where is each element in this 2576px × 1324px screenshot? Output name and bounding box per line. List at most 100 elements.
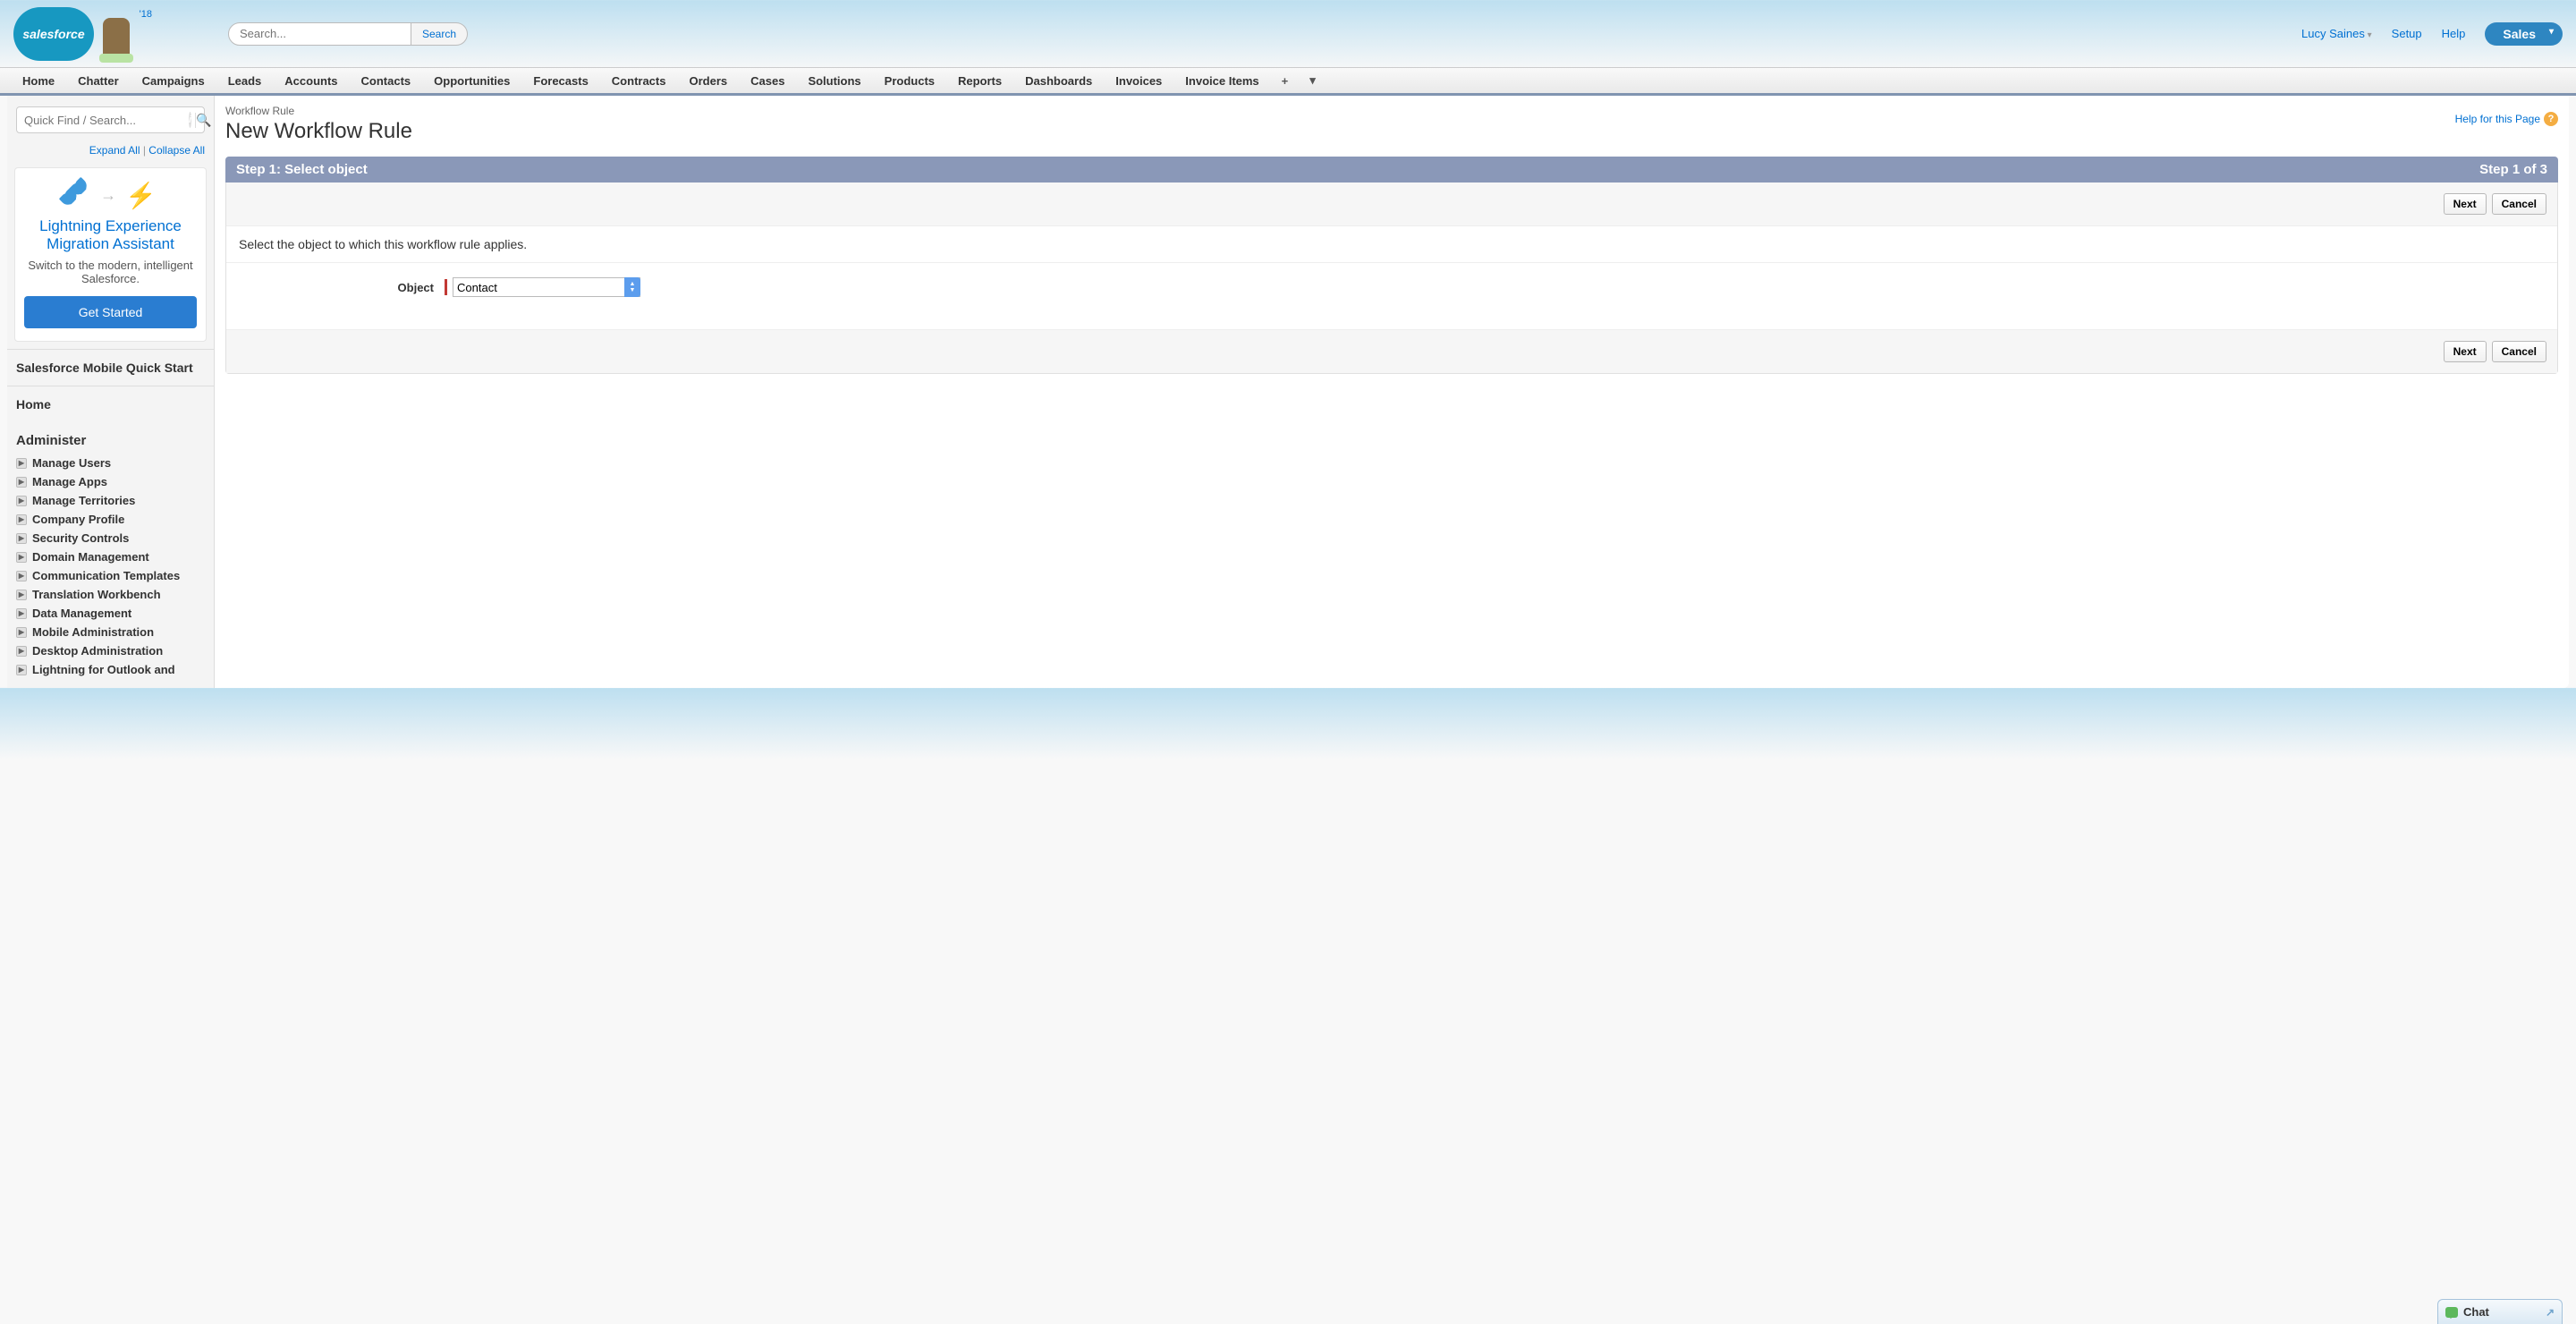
sidebar-heading-administer: Administer — [7, 422, 214, 454]
chat-label: Chat — [2463, 1305, 2489, 1319]
tree-label: Manage Apps — [32, 475, 107, 488]
step-of: Step 1 of 3 — [2479, 162, 2547, 177]
panel: Next Cancel Select the object to which t… — [225, 182, 2558, 374]
global-header: salesforce '18 Search Lucy Saines Setup … — [0, 0, 2576, 67]
tab-reports[interactable]: Reports — [946, 67, 1013, 95]
setup-link[interactable]: Setup — [2392, 27, 2422, 40]
chevron-right-icon: ▶ — [16, 665, 27, 675]
search-icon[interactable]: 🔍 — [195, 113, 211, 128]
instruction-text: Select the object to which this workflow… — [226, 226, 2557, 263]
get-started-button[interactable]: Get Started — [24, 296, 197, 328]
tree-label: Data Management — [32, 607, 131, 620]
more-tabs-button[interactable]: ▾ — [1299, 66, 1326, 95]
tree-item-manage-users[interactable]: ▶ Manage Users — [16, 454, 205, 472]
tree-item-mobile-administration[interactable]: ▶ Mobile Administration — [16, 623, 205, 641]
tree-item-domain-management[interactable]: ▶ Domain Management — [16, 547, 205, 566]
breadcrumb: Workflow Rule — [225, 105, 412, 117]
expand-all-link[interactable]: Expand All — [89, 144, 140, 157]
chevron-right-icon: ▶ — [16, 590, 27, 600]
tab-dashboards[interactable]: Dashboards — [1013, 67, 1104, 95]
info-icon[interactable]: i — [189, 112, 191, 128]
tree-label: Mobile Administration — [32, 625, 154, 639]
tab-accounts[interactable]: Accounts — [273, 67, 349, 95]
chevron-right-icon: ▶ — [16, 477, 27, 488]
sidebar: i 🔍 Expand All | Collapse All → ⚡ Lightn… — [7, 96, 215, 688]
step-title: Step 1: Select object — [236, 162, 368, 177]
object-select[interactable]: Contact — [453, 277, 640, 297]
sidebar-search-wrap: i 🔍 — [7, 96, 214, 140]
tree-label: Domain Management — [32, 550, 149, 564]
tab-campaigns[interactable]: Campaigns — [131, 67, 216, 95]
tree-label: Manage Territories — [32, 494, 135, 507]
search-button[interactable]: Search — [411, 22, 468, 46]
search-input[interactable] — [228, 22, 411, 46]
administer-tree: ▶ Manage Users ▶ Manage Apps ▶ Manage Terri… — [7, 454, 214, 688]
chat-widget[interactable]: Chat ↗ — [2437, 1299, 2563, 1324]
tree-item-security-controls[interactable]: ▶Security Controls — [16, 529, 205, 547]
tree-item-translation-workbench[interactable]: ▶Translation Workbench — [16, 585, 205, 604]
object-label: Object — [239, 281, 445, 294]
step-banner: Step 1: Select object Step 1 of 3 — [225, 157, 2558, 182]
collapse-all-link[interactable]: Collapse All — [148, 144, 205, 157]
object-row: Object Contact ▲▼ — [226, 263, 2557, 311]
tab-forecasts[interactable]: Forecasts — [521, 67, 599, 95]
cancel-button[interactable]: Cancel — [2492, 193, 2546, 215]
tab-invoices[interactable]: Invoices — [1104, 67, 1174, 95]
mascot-icon — [103, 18, 130, 58]
tab-leads[interactable]: Leads — [216, 67, 274, 95]
tree-label: Communication Templates — [32, 569, 180, 582]
chevron-right-icon: ▶ — [16, 608, 27, 619]
tab-contracts[interactable]: Contracts — [600, 67, 678, 95]
page-head-left: Workflow Rule New Workflow Rule — [225, 105, 412, 157]
expand-collapse-row: Expand All | Collapse All — [7, 140, 214, 160]
tab-chatter[interactable]: Chatter — [66, 67, 131, 95]
help-link[interactable]: Help — [2442, 27, 2466, 40]
tab-orders[interactable]: Orders — [677, 67, 739, 95]
tree-item-lightning-outlook[interactable]: ▶Lightning for Outlook and — [16, 660, 205, 679]
sidebar-item-home[interactable]: Home — [7, 386, 214, 422]
tab-products[interactable]: Products — [873, 67, 946, 95]
user-menu[interactable]: Lucy Saines — [2301, 27, 2372, 40]
tab-cases[interactable]: Cases — [739, 67, 796, 95]
tree-label: Desktop Administration — [32, 644, 163, 658]
chevron-right-icon: ▶ — [16, 458, 27, 469]
tab-contacts[interactable]: Contacts — [350, 67, 423, 95]
tab-solutions[interactable]: Solutions — [796, 67, 872, 95]
promo-title[interactable]: Lightning Experience Migration Assistant — [24, 217, 197, 253]
tab-home[interactable]: Home — [11, 67, 66, 95]
salesforce-logo[interactable]: salesforce — [13, 7, 94, 61]
cancel-button-bottom[interactable]: Cancel — [2492, 341, 2546, 362]
help-for-page-link[interactable]: Help for this Page ? — [2455, 112, 2558, 126]
page-title: New Workflow Rule — [225, 119, 412, 144]
app-picker[interactable]: Sales — [2485, 22, 2563, 46]
tree-label: Manage Users — [32, 456, 111, 470]
chevron-right-icon: ▶ — [16, 627, 27, 638]
chevron-right-icon: ▶ — [16, 552, 27, 563]
global-search: Search — [228, 22, 468, 46]
next-button-bottom[interactable]: Next — [2444, 341, 2487, 362]
lightning-bolt-icon: ⚡ — [125, 181, 157, 210]
nav-tabs: Home Chatter Campaigns Leads Accounts Co… — [0, 67, 2576, 96]
tree-item-company-profile[interactable]: ▶Company Profile — [16, 510, 205, 529]
quick-find-input[interactable] — [17, 114, 189, 127]
tab-invoice-items[interactable]: Invoice Items — [1174, 67, 1270, 95]
tree-item-manage-apps[interactable]: ▶ Manage Apps — [16, 472, 205, 491]
sidebar-item-mobile-quick-start[interactable]: Salesforce Mobile Quick Start — [7, 349, 214, 386]
chevron-right-icon: ▶ — [16, 496, 27, 506]
expand-icon: ↗ — [2546, 1306, 2555, 1319]
object-select-wrap: Contact ▲▼ — [453, 277, 640, 297]
arrow-right-icon: → — [100, 186, 116, 205]
tree-item-desktop-administration[interactable]: ▶Desktop Administration — [16, 641, 205, 660]
tree-item-communication-templates[interactable]: ▶Communication Templates — [16, 566, 205, 585]
logo-area: salesforce '18 — [13, 7, 139, 61]
next-button[interactable]: Next — [2444, 193, 2487, 215]
mascot-year: '18 — [140, 9, 152, 20]
tree-item-manage-territories[interactable]: ▶ Manage Territories — [16, 491, 205, 510]
new-tab-button[interactable]: + — [1271, 67, 1300, 95]
tree-label: Security Controls — [32, 531, 129, 545]
lightning-promo: → ⚡ Lightning Experience Migration Assis… — [14, 167, 207, 342]
header-right: Lucy Saines Setup Help Sales — [2301, 22, 2563, 46]
tree-item-data-management[interactable]: ▶ Data Management — [16, 604, 205, 623]
tab-opportunities[interactable]: Opportunities — [422, 67, 521, 95]
main-wrap: i 🔍 Expand All | Collapse All → ⚡ Lightn… — [7, 96, 2569, 688]
